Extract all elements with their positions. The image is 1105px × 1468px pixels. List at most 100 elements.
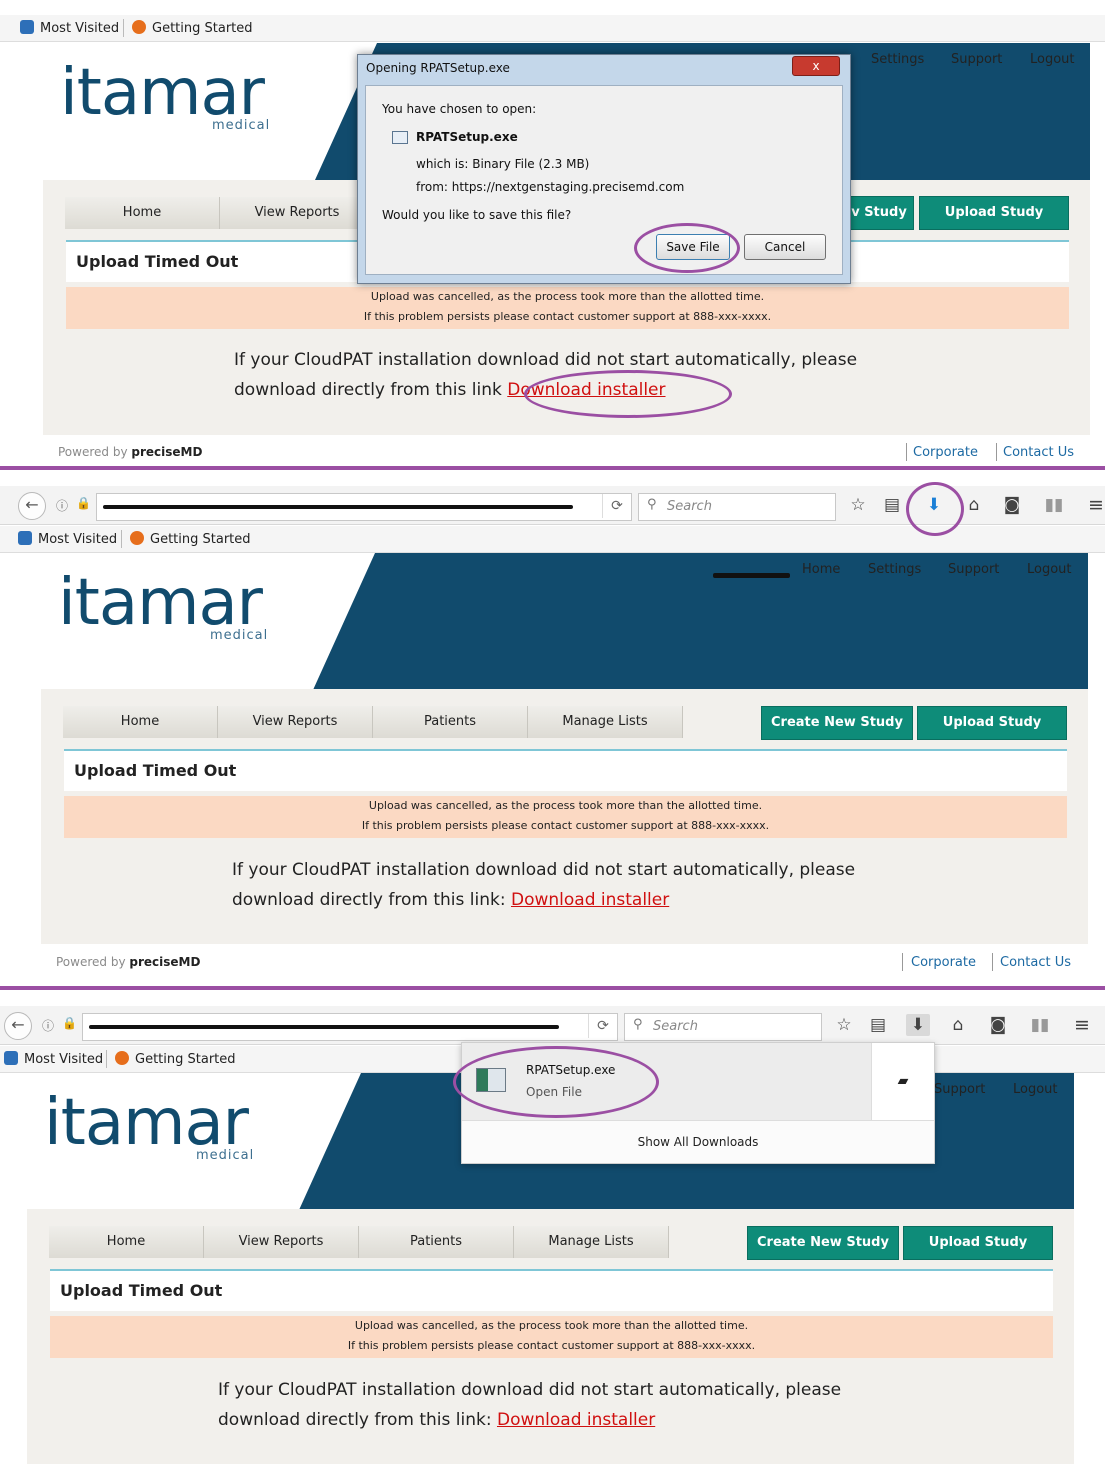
download-message: If your CloudPAT installation download d… <box>218 1375 841 1435</box>
create-new-study-button[interactable]: v Study <box>844 196 914 230</box>
footer-contact-link[interactable]: Contact Us <box>1003 445 1074 460</box>
footer-separator <box>902 953 903 971</box>
pocket-icon[interactable]: ◙ <box>986 1014 1010 1036</box>
alert-line-2: If this problem persists please contact … <box>361 819 770 832</box>
bookmark-most-visited[interactable]: Most Visited <box>20 20 119 36</box>
search-placeholder: Search <box>667 499 712 514</box>
timeout-alert: Upload was cancelled, as the process too… <box>66 287 1069 329</box>
top-nav-support[interactable]: Support <box>948 562 999 577</box>
opening-file-dialog: Opening RPATSetup.exe x You have chosen … <box>357 54 851 284</box>
upload-study-button[interactable]: Upload Study <box>917 706 1067 740</box>
bookmark-getting-started[interactable]: Getting Started <box>132 20 253 36</box>
dialog-close-button[interactable]: x <box>792 56 840 76</box>
dialog-question: Would you like to save this file? <box>382 208 572 222</box>
tab-view-reports[interactable]: View Reports <box>220 197 375 229</box>
reload-icon[interactable]: ⟳ <box>588 1014 617 1038</box>
download-installer-link[interactable]: Download installer <box>511 890 669 910</box>
library-icon[interactable]: ▮▮ <box>1028 1014 1052 1036</box>
dialog-file-type: which is: Binary File (2.3 MB) <box>416 157 590 171</box>
url-bar[interactable]: ⟳ <box>96 493 632 521</box>
footer-separator <box>906 443 907 461</box>
site-info-icon[interactable]: ⓘ <box>56 497 68 514</box>
download-installer-link[interactable]: Download installer <box>497 1410 655 1430</box>
tab-view-reports[interactable]: View Reports <box>204 1226 359 1258</box>
top-nav-support[interactable]: Support <box>934 1082 985 1097</box>
bookmarks-menu-icon[interactable]: ▤ <box>880 494 904 516</box>
main-tabs: Home View Reports Patients Manage Lists <box>63 706 683 738</box>
top-nav-support[interactable]: Support <box>951 52 1002 67</box>
url-bar[interactable]: ⟳ <box>82 1013 618 1041</box>
footer-contact-link[interactable]: Contact Us <box>1000 955 1071 970</box>
back-button[interactable]: ← <box>18 492 46 520</box>
tab-manage-lists[interactable]: Manage Lists <box>514 1226 669 1258</box>
bookmark-folder-icon <box>18 531 32 545</box>
library-icon[interactable]: ▮▮ <box>1042 494 1066 516</box>
site-info-icon[interactable]: ⓘ <box>42 1017 54 1034</box>
timeout-alert: Upload was cancelled, as the process too… <box>50 1316 1053 1358</box>
upload-study-button[interactable]: Upload Study <box>903 1226 1053 1260</box>
tab-patients[interactable]: Patients <box>359 1226 514 1258</box>
annotation-circle-downloads <box>906 482 964 536</box>
top-nav-logout[interactable]: Logout <box>1030 52 1075 67</box>
tab-home[interactable]: Home <box>65 197 220 229</box>
top-nav-logout[interactable]: Logout <box>1027 562 1072 577</box>
create-new-study-button[interactable]: Create New Study <box>747 1226 899 1260</box>
footer-powered-by: Powered by preciseMD <box>58 445 203 459</box>
firefox-icon <box>130 531 144 545</box>
bookmarks-menu-icon[interactable]: ▤ <box>866 1014 890 1036</box>
annotation-circle-download-item <box>453 1046 659 1118</box>
screenshot-panel-2: ← ⓘ 🔒 ⟳ ⚲ Search ☆ ▤ ⬇ ⌂ ◙ ▮▮ ≡ Most Vis… <box>0 470 1105 986</box>
tab-patients[interactable]: Patients <box>373 706 528 738</box>
logo-subtitle: medical <box>196 1148 255 1163</box>
url-redaction <box>103 505 573 509</box>
message-line-1: If your CloudPAT installation download d… <box>234 350 858 370</box>
logo-subtitle: medical <box>210 628 269 643</box>
timeout-alert: Upload was cancelled, as the process too… <box>64 796 1067 838</box>
search-box[interactable]: ⚲ Search <box>638 493 836 521</box>
search-box[interactable]: ⚲ Search <box>624 1013 822 1041</box>
menu-icon[interactable]: ≡ <box>1084 494 1105 516</box>
footer-corporate-link[interactable]: Corporate <box>913 445 978 460</box>
search-placeholder: Search <box>653 1019 698 1034</box>
tab-home[interactable]: Home <box>63 706 218 738</box>
bookmark-getting-started[interactable]: Getting Started <box>130 531 251 547</box>
dialog-title: Opening RPATSetup.exe <box>366 61 510 75</box>
firefox-icon <box>115 1051 129 1065</box>
top-nav-settings[interactable]: Settings <box>871 52 924 67</box>
alert-line-2: If this problem persists please contact … <box>363 310 772 323</box>
top-nav-logout[interactable]: Logout <box>1013 1082 1058 1097</box>
menu-icon[interactable]: ≡ <box>1070 1014 1094 1036</box>
home-icon[interactable]: ⌂ <box>962 494 986 516</box>
folder-icon: ▰ <box>897 1073 909 1089</box>
upload-study-button[interactable]: Upload Study <box>919 196 1069 230</box>
bookmark-separator <box>106 1050 107 1068</box>
reload-icon[interactable]: ⟳ <box>602 494 631 518</box>
downloads-icon[interactable]: ⬇ <box>906 1014 930 1036</box>
logo-slant <box>313 553 375 690</box>
cancel-button[interactable]: Cancel <box>744 234 826 260</box>
footer-powered-by: Powered by preciseMD <box>56 955 201 969</box>
bookmark-star-icon[interactable]: ☆ <box>846 494 870 516</box>
top-nav-settings[interactable]: Settings <box>868 562 921 577</box>
message-line-1: If your CloudPAT installation download d… <box>218 1380 842 1400</box>
bookmark-getting-started[interactable]: Getting Started <box>115 1051 236 1067</box>
tab-manage-lists[interactable]: Manage Lists <box>528 706 683 738</box>
alert-line-1: Upload was cancelled, as the process too… <box>370 290 765 303</box>
tab-view-reports[interactable]: View Reports <box>218 706 373 738</box>
dialog-chosen-label: You have chosen to open: <box>382 102 537 116</box>
bookmark-star-icon[interactable]: ☆ <box>832 1014 856 1036</box>
bookmark-most-visited[interactable]: Most Visited <box>4 1051 103 1067</box>
tab-home[interactable]: Home <box>49 1226 204 1258</box>
pocket-icon[interactable]: ◙ <box>1000 494 1024 516</box>
back-button[interactable]: ← <box>4 1012 32 1040</box>
bookmark-most-visited[interactable]: Most Visited <box>18 531 117 547</box>
open-folder-button[interactable]: ▰ <box>871 1043 934 1120</box>
alert-line-1: Upload was cancelled, as the process too… <box>354 1319 749 1332</box>
top-nav-home[interactable]: Home <box>802 562 840 577</box>
bookmark-separator <box>123 19 124 37</box>
show-all-downloads-button[interactable]: Show All Downloads <box>462 1120 934 1163</box>
dialog-body: You have chosen to open: RPATSetup.exe w… <box>365 85 843 275</box>
create-new-study-button[interactable]: Create New Study <box>761 706 913 740</box>
home-icon[interactable]: ⌂ <box>946 1014 970 1036</box>
footer-corporate-link[interactable]: Corporate <box>911 955 976 970</box>
